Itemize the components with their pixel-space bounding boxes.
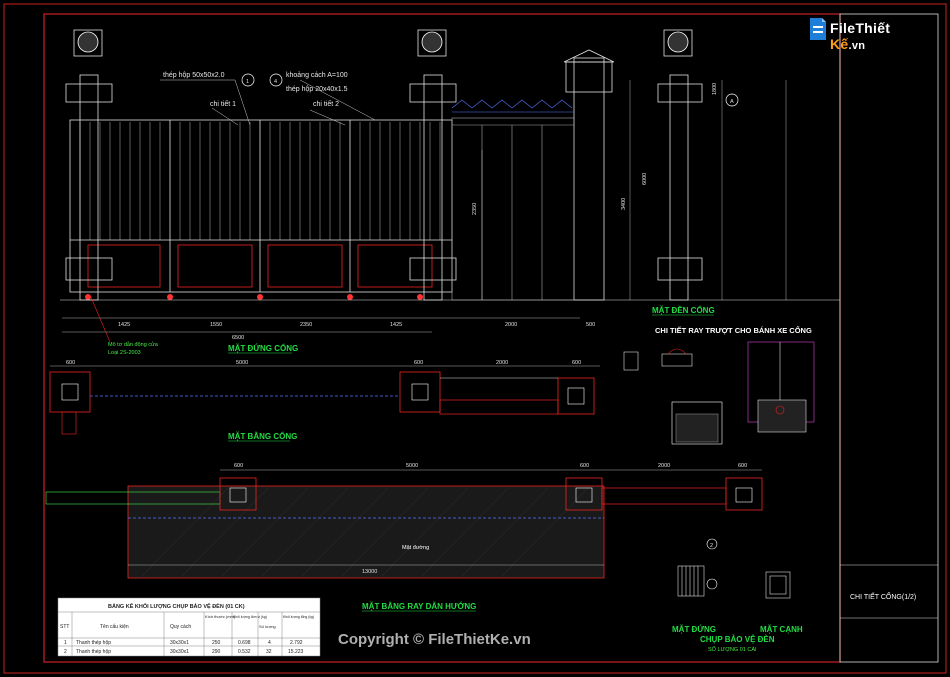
title-elevation: MẶT ĐỨNG CỔNG: [228, 344, 298, 353]
lamp-cover-drawing: [677, 538, 791, 599]
dim-r5: 600: [738, 463, 747, 469]
drawing-canvas: { "logo": {"text_a": "File", "text_b": "…: [0, 0, 950, 677]
callout-4: 4: [274, 79, 277, 85]
r1-qty: 4: [268, 640, 271, 646]
th-unit-weight: Khối lượng đơn vị (kg): [233, 615, 267, 619]
dim-d5: 2000: [505, 322, 517, 328]
r1-total: 2.792: [290, 640, 303, 646]
note-steel-20: thép hộp 20x40x1.5: [286, 86, 348, 93]
dim-d6: 500: [586, 322, 595, 328]
r2-size: 290: [212, 649, 221, 655]
label-road: Mặt đường: [402, 545, 429, 551]
title-block-title: CHI TIẾT CỔNG(1/2): [850, 591, 916, 601]
logo-text: FileThiết Kế.vn: [830, 20, 891, 52]
th-total: Khối lượng tổng (kg): [283, 615, 314, 619]
dim-d2: 1550: [210, 322, 222, 328]
th-name: Tên cấu kiện: [100, 624, 129, 630]
table-title: BẢNG KÊ KHỐI LƯỢNG CHỤP BẢO VỆ ĐÈN (01 C…: [108, 602, 245, 610]
dim-p4: 2000: [496, 360, 508, 366]
r1-unit: 0.698: [238, 640, 251, 646]
dim-h2: 3400: [621, 198, 627, 210]
r2-stt: 2: [64, 649, 67, 655]
dim-total: 6500: [232, 335, 244, 341]
dim-r1: 600: [234, 463, 243, 469]
cad-drawing: CHI TIẾT CỔNG(1/2) 1425 1550 2350 1425 2…: [3, 3, 947, 674]
r1-spec: 30x30x1: [170, 640, 189, 646]
callout-1: 1: [246, 79, 249, 85]
note-motor-2: Loại 2S-2003: [108, 350, 141, 356]
dim-r3: 600: [580, 463, 589, 469]
filethietke-logo: FileThiết Kế.vn: [808, 14, 920, 52]
dim-d3: 2350: [300, 322, 312, 328]
dim-p2: 5000: [236, 360, 248, 366]
r2-unit: 0.532: [238, 649, 251, 655]
dim-h3: 6000: [642, 173, 648, 185]
side-wall: [451, 99, 575, 301]
r1-name: Thanh thép hộp: [76, 640, 111, 646]
callout-2: 2: [710, 543, 713, 549]
quantity-table: BẢNG KÊ KHỐI LƯỢNG CHỤP BẢO VỆ ĐÈN (01 C…: [57, 597, 321, 657]
elevation-gate: [60, 119, 840, 301]
gate-posts: [65, 29, 703, 301]
copyright-watermark: Copyright © FileThietKe.vn: [338, 631, 531, 648]
note-steel-50: thép hộp 50x50x2.0: [163, 72, 225, 79]
callout-A: A: [730, 99, 734, 105]
title-side-elevation: MẶT ĐỀN CỔNG: [652, 305, 715, 315]
dim-d1: 1425: [118, 322, 130, 328]
title-lamp-cover: CHỤP BẢO VỆ ĐÈN: [700, 635, 775, 644]
title-rail-plan: MẶT BẰNG RAY DẪN HƯỚNG: [362, 602, 476, 611]
r1-stt: 1: [64, 640, 67, 646]
dim-r2: 5000: [406, 463, 418, 469]
r1-size: 250: [212, 640, 221, 646]
dim-r4: 2000: [658, 463, 670, 469]
dim-p3: 600: [414, 360, 423, 366]
r2-name: Thanh thép hộp: [76, 649, 111, 655]
title-rail-detail: CHI TIẾT RAY TRƯỢT CHO BÁNH XE CỔNG: [655, 325, 812, 335]
r2-spec: 30x30x1: [170, 649, 189, 655]
logo-icon: [810, 18, 826, 40]
dim-h4: 1800: [712, 83, 718, 95]
th-stt: STT: [60, 624, 69, 630]
dim-p5: 600: [572, 360, 581, 366]
r2-qty: 32: [266, 649, 272, 655]
dim-p1: 600: [66, 360, 75, 366]
th-spec: Quy cách: [170, 624, 191, 630]
rail-plan: [45, 469, 763, 579]
plan-view: [49, 365, 600, 435]
th-size: Kích thước (mm): [205, 614, 236, 619]
note-detail-2: chi tiết 2: [313, 99, 339, 108]
rail-detail: [623, 341, 815, 445]
title-front: MẶT ĐỨNG: [672, 625, 716, 634]
title-plan: MẶT BẰNG CỔNG: [228, 432, 297, 441]
th-qty: Số lượng: [259, 624, 276, 629]
note-motor: Mô tơ dẫn động cửa: [108, 341, 159, 348]
lamp-scale: SỐ LƯỢNG 01 CÁI: [708, 646, 757, 653]
r2-total: 15.223: [288, 649, 304, 655]
title-side: MẶT CẠNH: [760, 625, 803, 634]
dim-rlen: 13000: [362, 569, 377, 575]
note-detail-1: chi tiết 1: [210, 99, 236, 108]
dim-d4: 1425: [390, 322, 402, 328]
note-spacing: khoảng cách A=100: [286, 72, 348, 79]
dim-h1: 2350: [472, 203, 478, 215]
